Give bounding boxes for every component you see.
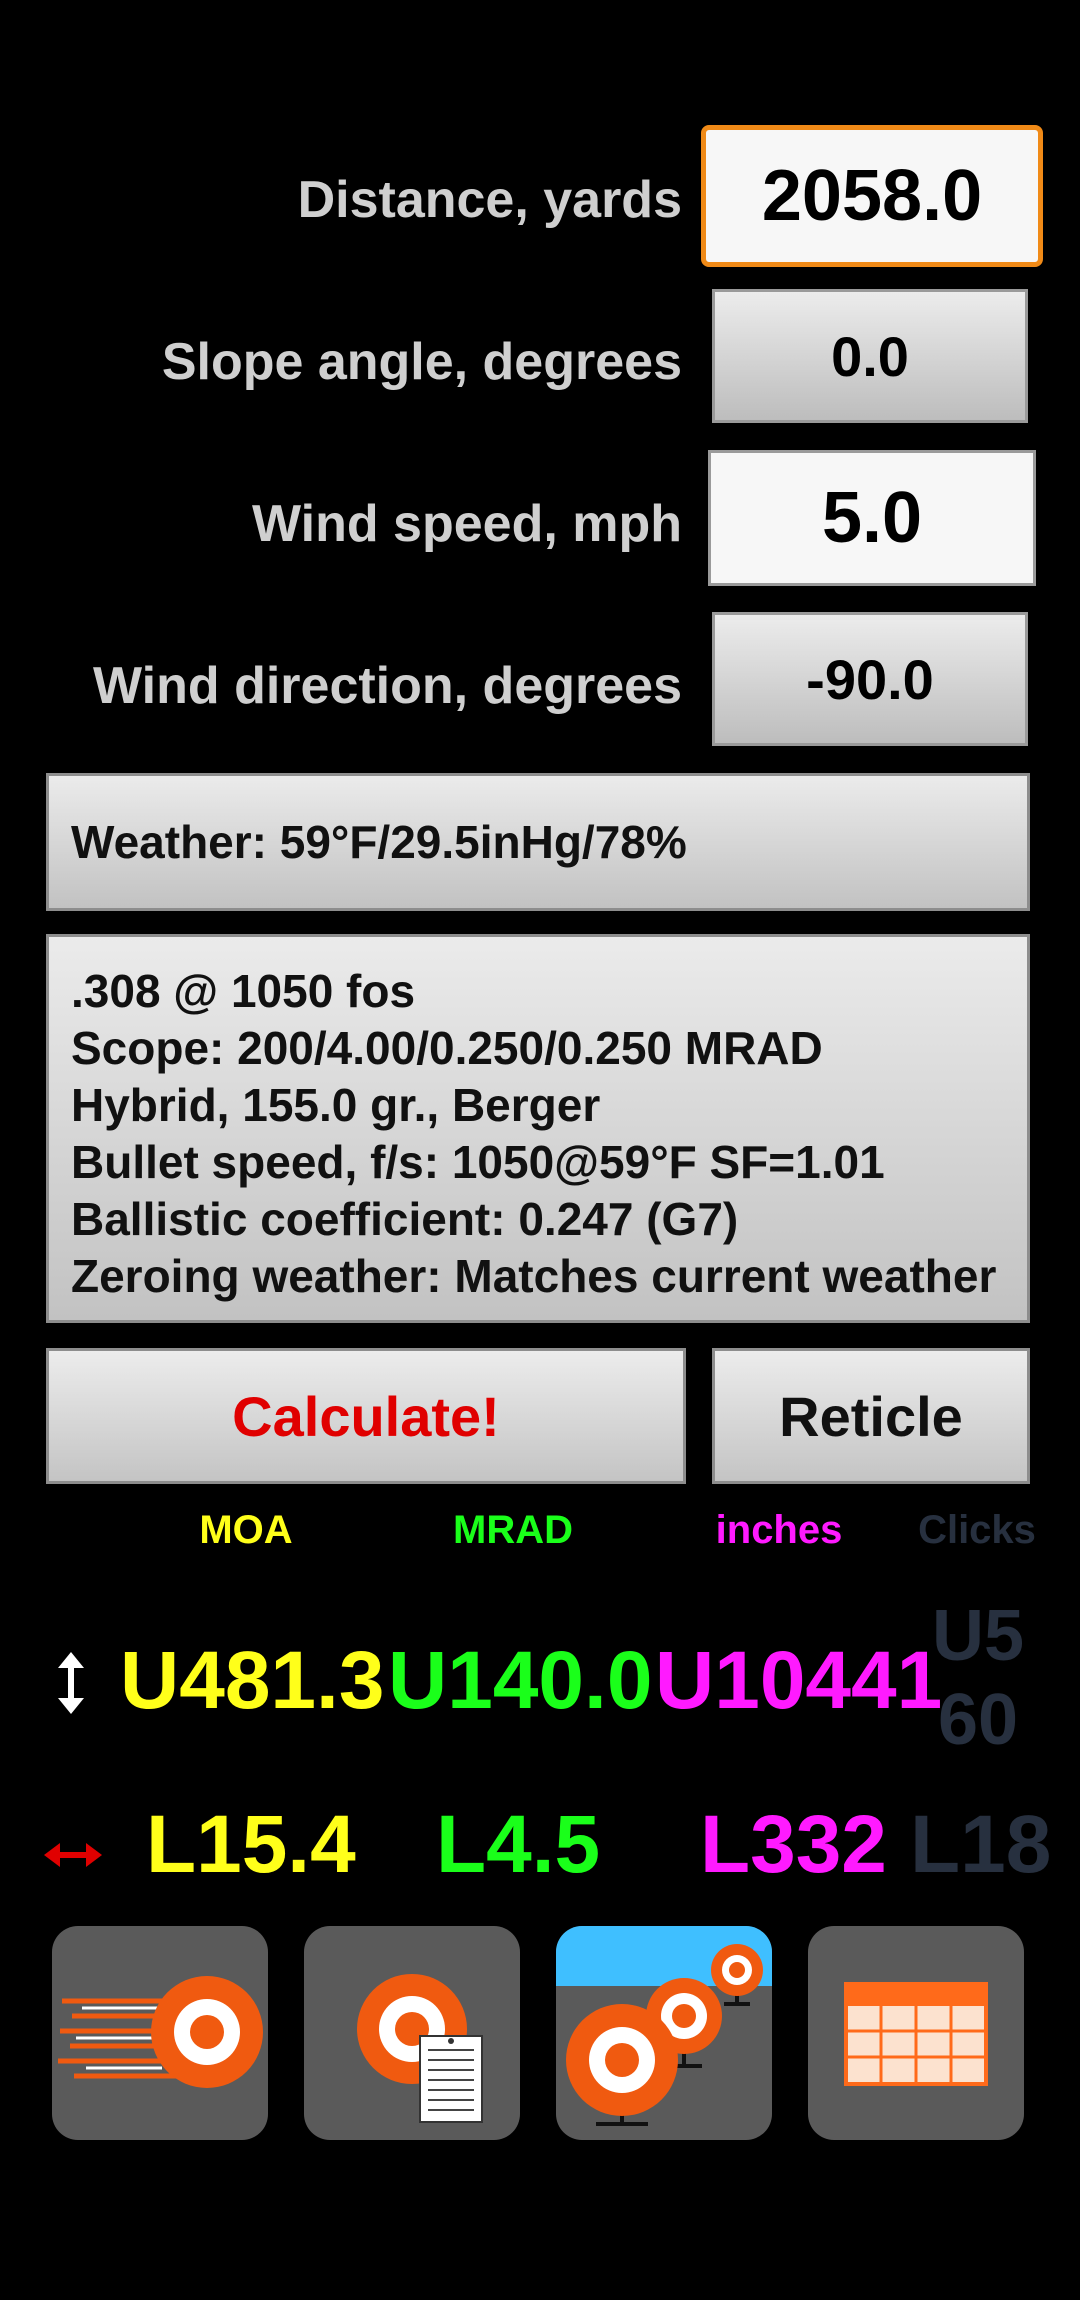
- horizontal-arrow-icon: [44, 1842, 102, 1873]
- profile-line-caliber: .308 @ 1050 fos: [71, 965, 416, 1017]
- profile-line-bc: Ballistic coefficient: 0.247 (G7): [71, 1193, 739, 1245]
- wind-direction-input[interactable]: -90.0: [712, 612, 1028, 746]
- windage-moa: L15.4: [146, 1799, 356, 1890]
- windage-inches: L332: [700, 1799, 887, 1890]
- speed-target-icon: [58, 1976, 263, 2088]
- calculate-button[interactable]: Calculate!: [46, 1348, 686, 1484]
- profile-line-bullet: Hybrid, 155.0 gr., Berger: [71, 1079, 601, 1131]
- elevation-clicks-line2: 60: [937, 1680, 1019, 1760]
- elevation-inches: U10441: [655, 1635, 943, 1726]
- distance-label: Distance, yards: [297, 171, 682, 229]
- distance-input[interactable]: 2058.0: [701, 125, 1043, 267]
- elevation-clicks-line1: U5: [931, 1596, 1025, 1676]
- windage-clicks: L18: [910, 1799, 1052, 1890]
- weather-button[interactable]: Weather: 59°F/29.5inHg/78%: [46, 773, 1030, 911]
- wind-direction-label: Wind direction, degrees: [93, 657, 682, 715]
- wind-speed-label: Wind speed, mph: [252, 495, 682, 553]
- reticle-button[interactable]: Reticle: [712, 1348, 1030, 1484]
- profile-line-zeroing: Zeroing weather: Matches current weather: [71, 1250, 997, 1302]
- inches-header: inches: [715, 1508, 843, 1552]
- windage-mrad: L4.5: [436, 1799, 601, 1890]
- multi-target-range-tile[interactable]: [556, 1926, 772, 2140]
- target-document-tile[interactable]: [304, 1926, 520, 2140]
- table-tile[interactable]: [808, 1926, 1024, 2140]
- clicks-header: Clicks: [918, 1508, 1036, 1552]
- elevation-moa: U481.3: [120, 1635, 385, 1726]
- mrad-header: MRAD: [453, 1508, 573, 1552]
- table-grid-icon: [844, 1982, 988, 2086]
- moa-header: MOA: [199, 1508, 293, 1552]
- vertical-arrow-icon: [56, 1652, 86, 1719]
- elevation-mrad: U140.0: [388, 1635, 653, 1726]
- slope-label: Slope angle, degrees: [161, 333, 682, 391]
- multi-target-range-icon: [556, 1926, 772, 2126]
- wind-speed-input[interactable]: 5.0: [708, 450, 1036, 586]
- profile-line-speed: Bullet speed, f/s: 1050@59°F SF=1.01: [71, 1136, 885, 1188]
- weather-text: Weather: 59°F/29.5inHg/78%: [71, 816, 687, 868]
- speed-target-tile[interactable]: [52, 1926, 268, 2140]
- profile-line-scope: Scope: 200/4.00/0.250/0.250 MRAD: [71, 1022, 823, 1074]
- profile-button[interactable]: .308 @ 1050 fos Scope: 200/4.00/0.250/0.…: [46, 934, 1030, 1323]
- target-document-icon: [357, 1974, 483, 2123]
- slope-input[interactable]: 0.0: [712, 289, 1028, 423]
- elevation-clicks: U5 60: [928, 1594, 1028, 1762]
